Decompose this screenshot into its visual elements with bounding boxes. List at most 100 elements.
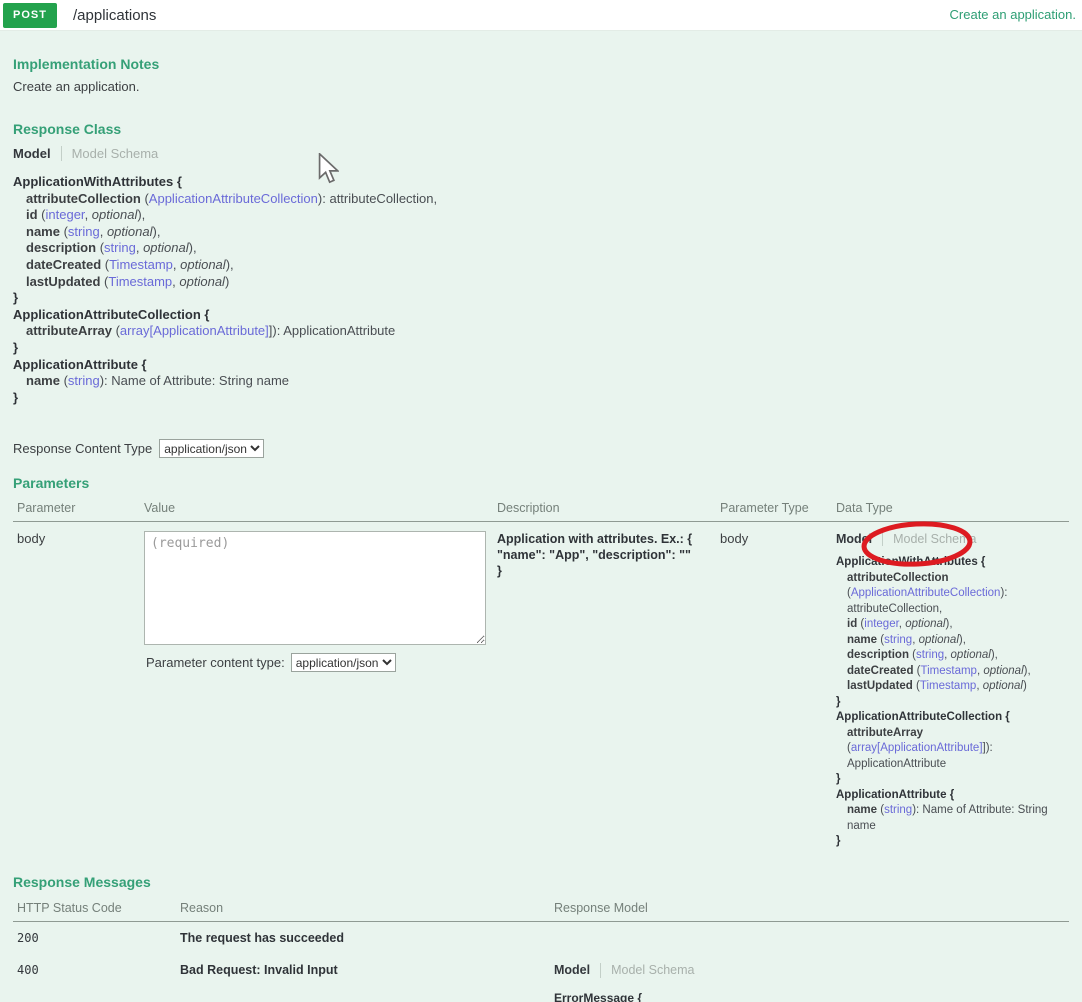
signature-line: }	[836, 772, 1065, 788]
signature-segment: (	[101, 257, 109, 272]
signature-segment: ,	[85, 207, 92, 222]
signature-segment: dateCreated	[26, 257, 101, 272]
signature-segment: integer	[864, 618, 899, 630]
signature-segment: optional	[179, 274, 225, 289]
parameter-content-type-select[interactable]: application/json	[291, 653, 396, 672]
tab-model[interactable]: Model	[554, 963, 590, 977]
signature-segment: optional	[92, 207, 138, 222]
col-header-reason: Reason	[176, 899, 550, 922]
col-header-parameter-type: Parameter Type	[716, 499, 832, 522]
signature-segment: }	[836, 835, 840, 847]
parameter-name: body	[13, 522, 140, 864]
tab-model[interactable]: Model	[836, 532, 872, 546]
signature-line: name (string, optional),	[13, 224, 1069, 241]
signature-segment: ,	[136, 240, 143, 255]
signature-line: lastUpdated (Timestamp, optional)	[836, 679, 1065, 695]
signature-segment: (	[141, 191, 149, 206]
signature-segment: ApplicationWithAttributes {	[836, 556, 985, 568]
response-model-200	[550, 922, 1069, 954]
signature-segment: string	[68, 224, 100, 239]
signature-line: }	[13, 390, 1069, 407]
tab-model[interactable]: Model	[13, 146, 51, 161]
signature-segment: optional	[951, 649, 991, 661]
signature-segment: Timestamp	[108, 274, 172, 289]
signature-segment: id	[847, 618, 857, 630]
signature-line: name (string, optional),	[836, 633, 1065, 649]
signature-line: ApplicationAttribute {	[836, 788, 1065, 804]
signature-segment: array[ApplicationAttribute]	[851, 742, 983, 754]
signature-segment: attributeArray	[26, 323, 112, 338]
reason-400: Bad Request: Invalid Input	[176, 954, 550, 1002]
signature-line: id (integer, optional),	[13, 207, 1069, 224]
signature-segment: )	[225, 274, 229, 289]
response-messages-heading: Response Messages	[13, 874, 1069, 890]
signature-segment: lastUpdated	[847, 680, 913, 692]
signature-segment: Timestamp	[920, 680, 976, 692]
signature-segment: optional	[905, 618, 945, 630]
signature-segment: }	[13, 390, 18, 405]
col-header-response-model: Response Model	[550, 899, 1069, 922]
signature-segment: (	[909, 649, 916, 661]
signature-segment: (	[38, 207, 46, 222]
parameters-table: Parameter Value Description Parameter Ty…	[13, 499, 1069, 864]
signature-line: attributeCollection (ApplicationAttribut…	[13, 191, 1069, 208]
signature-segment: (	[112, 323, 120, 338]
tab-separator	[600, 963, 601, 978]
signature-segment: string	[884, 804, 912, 816]
data-type-tabs: Model Model Schema	[836, 531, 1065, 546]
signature-line: name (string): Name of Attribute: String…	[13, 373, 1069, 390]
operation-header-bar[interactable]: POST /applications Create an application…	[0, 0, 1082, 31]
signature-line: dateCreated (Timestamp, optional),	[13, 257, 1069, 274]
signature-segment: ApplicationAttribute {	[13, 357, 147, 372]
col-header-data-type: Data Type	[832, 499, 1069, 522]
tab-model-schema[interactable]: Model Schema	[611, 963, 694, 977]
signature-line: name (string): Name of Attribute: String…	[836, 803, 1065, 834]
signature-segment: ): attributeCollection,	[318, 191, 437, 206]
signature-segment: Timestamp	[109, 257, 173, 272]
signature-segment: ApplicationAttributeCollection	[851, 587, 1001, 599]
signature-line: ErrorMessage {	[554, 990, 1065, 1002]
parameters-heading: Parameters	[13, 475, 1069, 491]
error-message-signature: ErrorMessage {errorMessage (string, opti…	[554, 990, 1065, 1002]
response-class-heading: Response Class	[13, 121, 1069, 137]
signature-line: }	[13, 340, 1069, 357]
signature-segment: optional	[143, 240, 189, 255]
signature-line: attributeArray (array[ApplicationAttribu…	[13, 323, 1069, 340]
signature-line: attributeArray (array[ApplicationAttribu…	[836, 726, 1065, 773]
response-class-signature: ApplicationWithAttributes { attributeColl…	[13, 174, 1069, 406]
col-header-description: Description	[493, 499, 716, 522]
operation-summary-link[interactable]: Create an application.	[950, 7, 1076, 22]
signature-segment: ),	[959, 634, 966, 646]
signature-line: ApplicationWithAttributes {	[836, 555, 1065, 571]
response-content-type-select[interactable]: application/json	[159, 439, 264, 458]
signature-segment: ),	[226, 257, 234, 272]
signature-segment: optional	[983, 680, 1023, 692]
signature-line: }	[13, 290, 1069, 307]
tab-model-schema[interactable]: Model Schema	[72, 146, 159, 161]
signature-line: ApplicationAttribute {	[13, 357, 1069, 374]
signature-line: ApplicationAttributeCollection {	[836, 710, 1065, 726]
col-header-http-status-code: HTTP Status Code	[13, 899, 176, 922]
http-method-badge[interactable]: POST	[3, 3, 57, 28]
signature-segment: ): Name of Attribute: String name	[100, 373, 289, 388]
signature-segment: string	[104, 240, 136, 255]
response-model-tabs: Model Model Schema	[554, 963, 1065, 978]
signature-segment: string	[916, 649, 944, 661]
signature-segment: ),	[137, 207, 145, 222]
signature-segment: attributeArray	[847, 727, 923, 739]
signature-line: attributeCollection (ApplicationAttribut…	[836, 571, 1065, 618]
signature-line: ApplicationAttributeCollection {	[13, 307, 1069, 324]
body-parameter-textarea[interactable]	[144, 531, 486, 645]
signature-segment: ApplicationWithAttributes {	[13, 174, 182, 189]
tab-model-schema[interactable]: Model Schema	[893, 532, 976, 546]
response-messages-table: HTTP Status Code Reason Response Model 2…	[13, 899, 1069, 1002]
data-type-signature: ApplicationWithAttributes { attributeColl…	[836, 555, 1065, 850]
col-header-value: Value	[140, 499, 493, 522]
signature-line: dateCreated (Timestamp, optional),	[836, 664, 1065, 680]
operation-detail-panel: Implementation Notes Create an applicati…	[0, 31, 1082, 1002]
parameter-value-cell: Parameter content type: application/json	[140, 522, 493, 864]
signature-segment: ErrorMessage {	[554, 991, 642, 1002]
endpoint-path[interactable]: /applications	[73, 7, 156, 24]
signature-segment: name	[847, 634, 877, 646]
signature-segment: )	[1023, 680, 1027, 692]
